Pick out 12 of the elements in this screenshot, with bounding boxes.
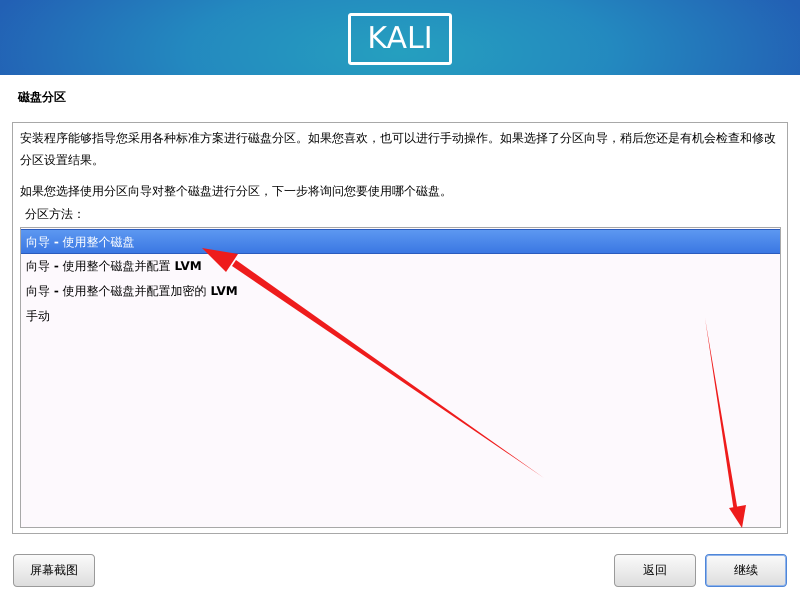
list-item[interactable]: 向导 - 使用整个磁盘: [21, 229, 780, 254]
logo-text: KALI: [367, 22, 433, 54]
list-item[interactable]: 向导 - 使用整个磁盘并配置加密的 LVM: [21, 279, 780, 304]
button[interactable]: 屏幕截图: [13, 554, 95, 587]
description-text: 安装程序能够指导您采用各种标准方案进行磁盘分区。如果您喜欢，也可以进行手动操作。如果选择了分区向导，稍后您还是有机会检查和修改分区设置结果。: [20, 130, 777, 169]
list-label: 分区方法：: [24, 206, 86, 223]
page-title: 磁盘分区: [16, 89, 67, 106]
button[interactable]: 继续: [705, 554, 787, 587]
list-item[interactable]: 手动: [21, 304, 780, 329]
description-text: 如果您选择使用分区向导对整个磁盘进行分区，下一步将询问您要使用哪个磁盘。: [20, 183, 453, 200]
list-item[interactable]: 向导 - 使用整个磁盘并配置 LVM: [21, 254, 780, 279]
button[interactable]: 返回: [614, 554, 696, 587]
